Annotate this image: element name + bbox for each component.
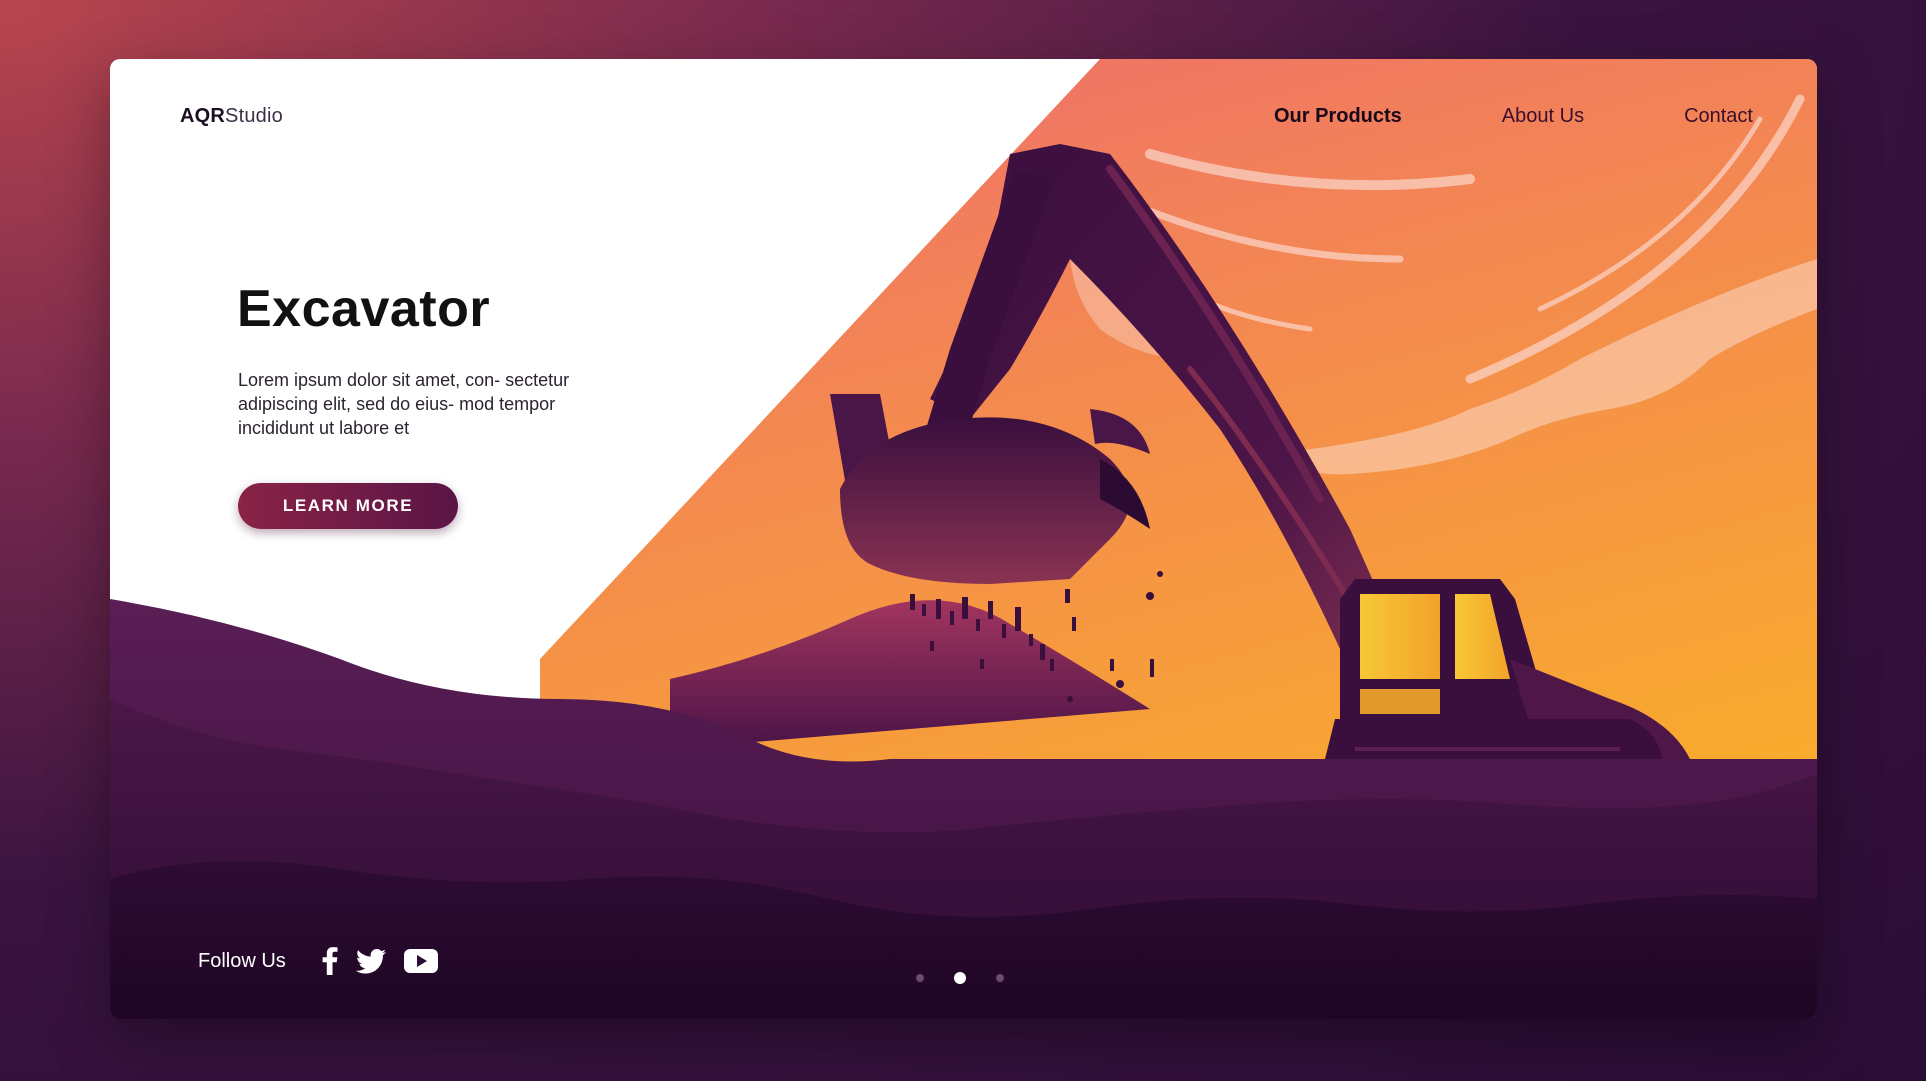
twitter-icon[interactable]: [355, 948, 386, 974]
follow-us-label: Follow Us: [198, 949, 286, 972]
carousel-dot-2[interactable]: [954, 972, 966, 984]
carousel-dot-3[interactable]: [996, 974, 1004, 982]
brand-logo[interactable]: AQRStudio: [180, 105, 283, 128]
main-nav: Our Products About Us Contact: [1174, 105, 1753, 128]
nav-about-us[interactable]: About Us: [1502, 105, 1584, 128]
excavator-illustration: [110, 59, 1817, 1019]
nav-our-products[interactable]: Our Products: [1274, 105, 1402, 128]
learn-more-button[interactable]: LEARN MORE: [238, 483, 458, 529]
hero-description: Lorem ipsum dolor sit amet, con- sectetu…: [238, 370, 570, 438]
nav-contact[interactable]: Contact: [1684, 105, 1753, 128]
carousel-dot-1[interactable]: [916, 974, 924, 982]
facebook-icon[interactable]: [322, 947, 338, 975]
landing-page-card: AQRStudio Our Products About Us Contact …: [110, 59, 1817, 1019]
logo-brand: AQR: [180, 105, 226, 127]
social-follow: Follow Us: [198, 947, 456, 975]
youtube-icon[interactable]: [403, 949, 438, 973]
logo-suffix: Studio: [225, 105, 283, 127]
carousel-dots: [916, 972, 1034, 984]
hero-title: Excavator: [237, 280, 491, 338]
